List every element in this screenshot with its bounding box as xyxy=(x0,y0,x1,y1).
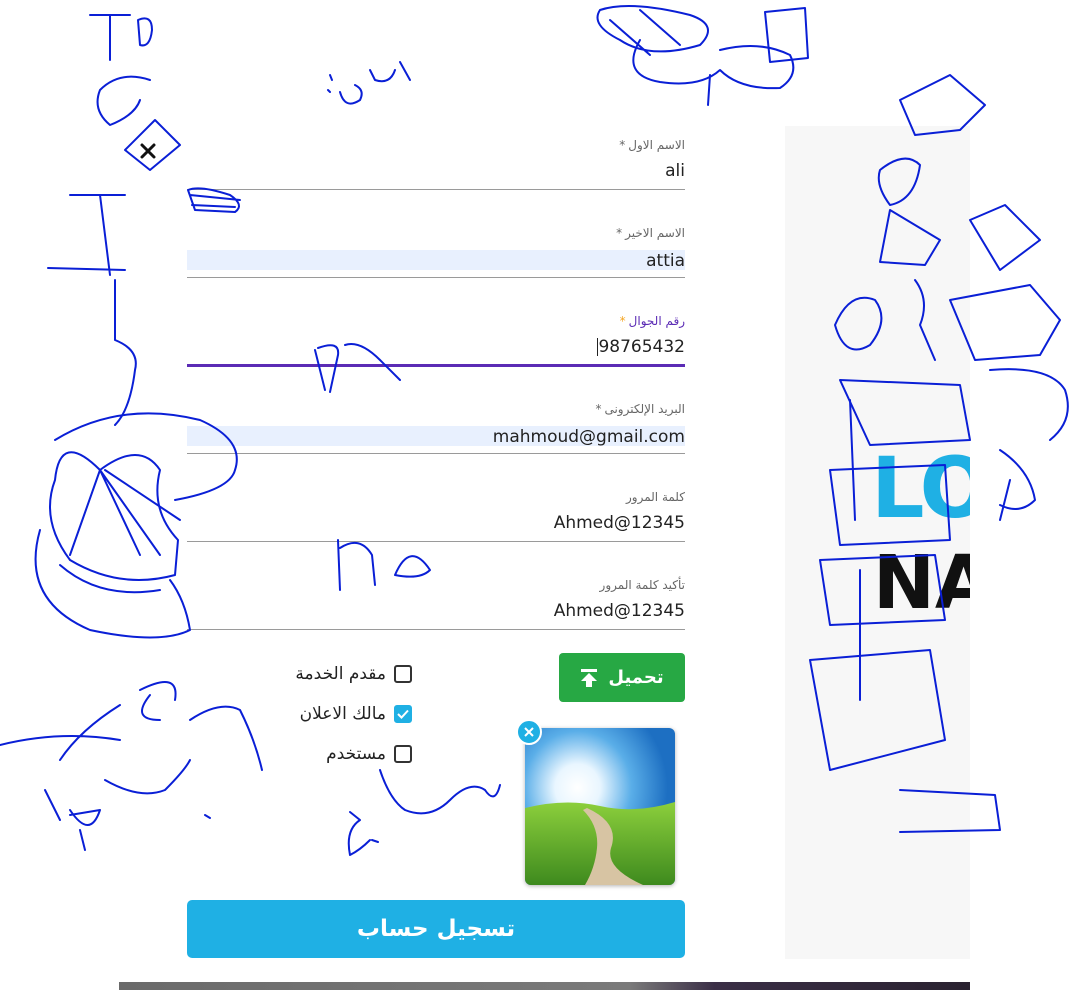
logo-text-bottom: NA xyxy=(873,540,970,626)
side-panel: LO NA xyxy=(785,126,970,959)
account-type-group: مقدم الخدمة مالك الاعلان مستخدم xyxy=(250,654,412,774)
uploaded-image-thumbnail xyxy=(525,728,675,885)
first-name-field[interactable]: الاسم الاول* ali xyxy=(187,130,685,218)
mobile-label: رقم الجوال* xyxy=(619,314,685,328)
footer-strip xyxy=(119,982,970,990)
mobile-underline xyxy=(187,364,685,367)
checkbox-box[interactable] xyxy=(394,665,412,683)
password-input[interactable]: Ahmed@12345 xyxy=(187,512,685,534)
confirm-password-label: تأكيد كلمة المرور xyxy=(599,578,685,592)
email-underline xyxy=(187,453,685,454)
mobile-input[interactable]: 98765432 xyxy=(187,336,685,358)
password-underline xyxy=(187,541,685,542)
password-field[interactable]: كلمة المرور Ahmed@12345 xyxy=(187,482,685,570)
mobile-field[interactable]: رقم الجوال* 98765432 xyxy=(187,306,685,394)
register-button[interactable]: تسجيل حساب xyxy=(187,900,685,958)
checkbox-label: مقدم الخدمة xyxy=(295,664,386,684)
first-name-input[interactable]: ali xyxy=(187,160,685,182)
checkbox-label: مستخدم xyxy=(326,744,386,764)
checkbox-ad-owner[interactable]: مالك الاعلان xyxy=(250,694,412,734)
last-name-label: الاسم الاخير* xyxy=(616,226,685,240)
password-label: كلمة المرور xyxy=(625,490,685,504)
confirm-password-input[interactable]: Ahmed@12345 xyxy=(187,600,685,622)
confirm-password-field[interactable]: تأكيد كلمة المرور Ahmed@12345 xyxy=(187,570,685,658)
last-name-underline xyxy=(187,277,685,278)
checkbox-user[interactable]: مستخدم xyxy=(250,734,412,774)
registration-form: الاسم الاول* ali الاسم الاخير* attia رقم… xyxy=(187,130,685,658)
last-name-input[interactable]: attia xyxy=(187,250,685,271)
email-input[interactable]: mahmoud@gmail.com xyxy=(187,426,685,447)
checkbox-box-checked[interactable] xyxy=(394,705,412,723)
mobile-value: 98765432 xyxy=(598,337,685,357)
upload-icon xyxy=(581,668,598,687)
close-icon xyxy=(524,727,534,737)
last-name-field[interactable]: الاسم الاخير* attia xyxy=(187,218,685,306)
check-icon xyxy=(397,709,409,719)
confirm-password-underline xyxy=(187,629,685,630)
upload-button[interactable]: تحميل xyxy=(559,653,685,702)
landscape-image xyxy=(525,728,675,885)
email-field[interactable]: البريد الإلكترونى* mahmoud@gmail.com xyxy=(187,394,685,482)
checkbox-box[interactable] xyxy=(394,745,412,763)
email-label: البريد الإلكترونى* xyxy=(595,402,685,416)
first-name-label: الاسم الاول* xyxy=(619,138,685,152)
logo-text-top: LO xyxy=(871,439,970,537)
upload-label: تحميل xyxy=(608,667,664,688)
checkbox-service-provider[interactable]: مقدم الخدمة xyxy=(250,654,412,694)
checkbox-label: مالك الاعلان xyxy=(299,704,386,724)
remove-image-button[interactable] xyxy=(516,719,542,745)
first-name-underline xyxy=(187,189,685,190)
